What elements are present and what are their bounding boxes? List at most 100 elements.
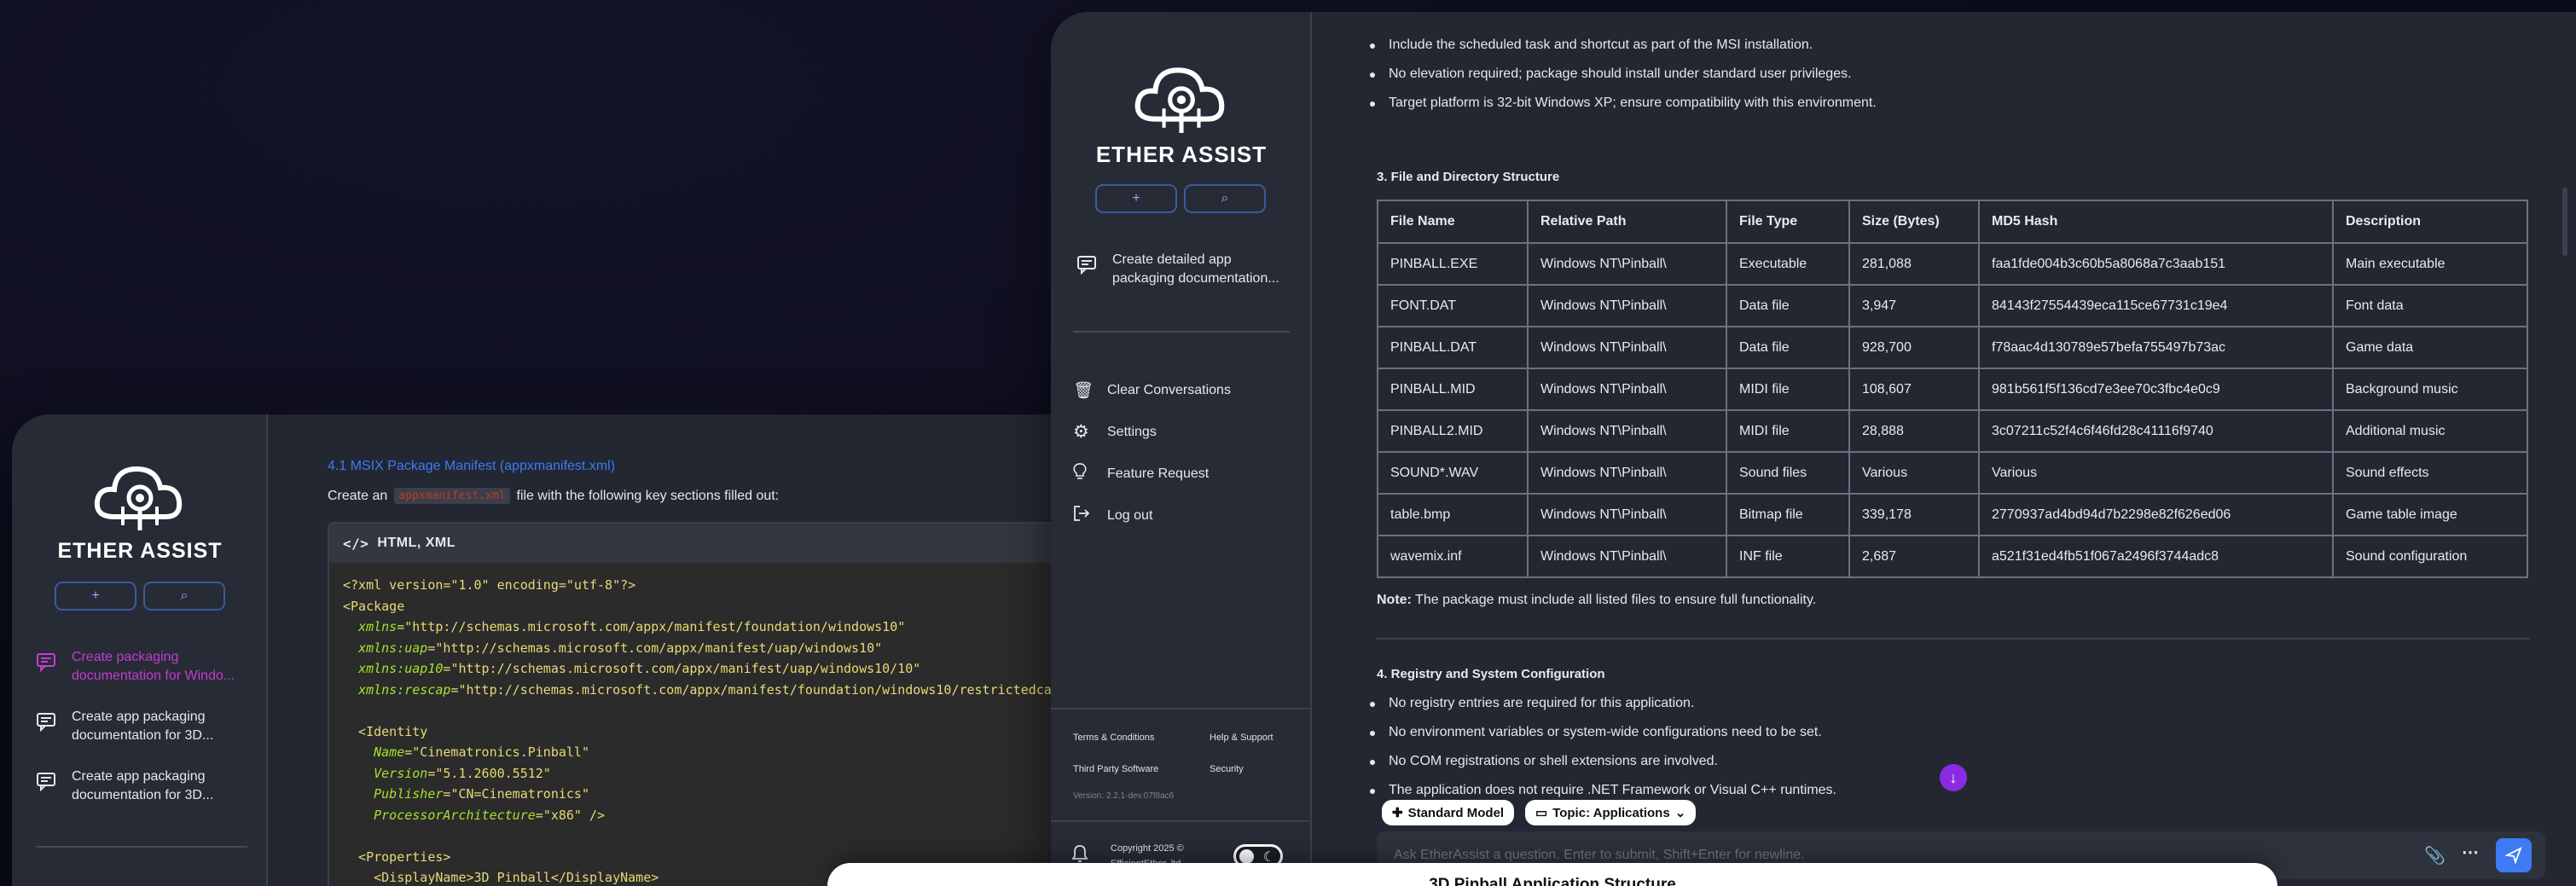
search-button[interactable]: ⌕ [1184, 184, 1266, 213]
settings-button[interactable]: ⚙ Settings [1073, 421, 1157, 443]
code-token: "CN=Cinematronics" [450, 786, 589, 802]
table-cell: Windows NT\Pinball\ [1527, 451, 1727, 495]
scroll-down-button[interactable]: ↓ [1940, 764, 1967, 791]
note-text: Note: The package must include all liste… [1377, 593, 1816, 608]
logout-button[interactable]: Log out [1073, 506, 1152, 525]
terms-link[interactable]: Terms & Conditions [1073, 733, 1154, 743]
chat-icon [36, 711, 56, 736]
table-cell: MIDI file [1726, 368, 1850, 411]
table-cell: PINBALL.EXE [1377, 242, 1529, 286]
file-table: File Name Relative Path File Type Size (… [1377, 200, 2528, 578]
paperclip-icon[interactable]: 📎 [2424, 845, 2445, 866]
table-cell: Various [1848, 451, 1980, 495]
help-link[interactable]: Help & Support [1210, 733, 1273, 743]
table-cell: Windows NT\Pinball\ [1527, 493, 1727, 536]
table-cell: Background music [2332, 368, 2528, 411]
code-block: </> HTML, XML <?xml version="1.0" encodi… [328, 522, 1070, 886]
table-cell: FONT.DAT [1377, 284, 1529, 327]
code-language: HTML, XML [377, 536, 455, 550]
plus-icon: ✚ [1392, 806, 1403, 820]
copyright-text: Copyright 2025 © [1111, 843, 1184, 854]
top-bullet-list: Include the scheduled task and shortcut … [1363, 38, 2387, 125]
code-token: "http://schemas.microsoft.com/appx/manif… [450, 661, 921, 676]
lightbulb-icon [1073, 463, 1092, 484]
scrollbar-thumb[interactable] [2562, 188, 2567, 256]
footer-divider-2 [1051, 820, 1312, 822]
table-row: PINBALL.EXE Windows NT\Pinball\ Executable… [1377, 242, 2528, 286]
code-content: <?xml version="1.0" encoding="utf-8"?> <P… [329, 563, 1070, 886]
column-header: File Name [1377, 200, 1529, 244]
code-line [343, 700, 1063, 721]
table-cell: 3c07211c52f4c6f46fd28c41116f9740 [1978, 409, 2334, 453]
new-chat-button[interactable]: + [55, 582, 136, 611]
table-cell: 928,700 [1848, 326, 1980, 369]
security-link[interactable]: Security [1210, 764, 1244, 774]
conversation-item-active[interactable]: Create packaging documentation for Windo… [36, 648, 249, 686]
section-heading: 4. Registry and System Configuration [1377, 667, 1605, 681]
table-cell: Executable [1726, 242, 1850, 286]
more-icon[interactable]: ⋯ [2462, 842, 2479, 863]
code-token: "5.1.2600.5512" [435, 765, 551, 781]
feature-request-button[interactable]: Feature Request [1073, 463, 1209, 484]
conversation-item[interactable]: Create detailed app packaging documentat… [1076, 251, 1298, 289]
conversation-item[interactable]: Create app packaging documentation for 3… [36, 708, 249, 746]
table-cell: Game data [2332, 326, 2528, 369]
new-chat-button[interactable]: + [1095, 184, 1177, 213]
table-cell: 108,607 [1848, 368, 1980, 411]
right-main: Include the scheduled task and shortcut … [1312, 12, 2576, 886]
toggle-knob [1239, 849, 1254, 864]
sidebar-divider [1073, 331, 1290, 333]
table-row: SOUND*.WAV Windows NT\Pinball\ Sound files… [1377, 451, 2528, 495]
conversation-title: Create detailed app packaging documentat… [1112, 252, 1279, 287]
topic-label: Topic: Applications [1552, 805, 1670, 820]
send-icon [2505, 847, 2522, 864]
column-header: Relative Path [1527, 200, 1727, 244]
code-token: "http://schemas.microsoft.com/appx/manif… [435, 640, 883, 656]
model-selector[interactable]: ✚ Standard Model [1382, 800, 1515, 825]
table-row: PINBALL.MID Windows NT\Pinball\ MIDI file 1… [1377, 368, 2528, 411]
code-line: <?xml version="1.0" encoding="utf-8"?> [343, 575, 1063, 596]
table-row: FONT.DAT Windows NT\Pinball\ Data file 3,94… [1377, 284, 2528, 327]
menu-label: Feature Request [1107, 466, 1210, 481]
code-block-header: </> HTML, XML [329, 524, 1070, 563]
table-cell: Font data [2332, 284, 2528, 327]
logo-wordmark: ETHER ASSIST [1095, 142, 1268, 167]
code-line: <Identity [343, 721, 1063, 743]
table-cell: Windows NT\Pinball\ [1527, 535, 1727, 578]
chevron-down-icon: ⌄ [1674, 806, 1686, 820]
send-button[interactable] [2496, 838, 2532, 872]
table-cell: a521f31ed4fb51f067a2496f3744adc8 [1978, 535, 2334, 578]
code-line: ProcessorArchitecture="x86" /> [343, 805, 1063, 826]
clear-conversations-button[interactable]: 🗑 Clear Conversations [1073, 380, 1231, 401]
topic-selector[interactable]: ▭ Topic: Applications ⌄ [1525, 800, 1697, 825]
third-party-link[interactable]: Third Party Software [1073, 764, 1158, 774]
sidebar-divider [36, 846, 247, 848]
table-cell: faa1fde004b3c60b5a8068a7c3aab151 [1978, 242, 2334, 286]
menu-label: Log out [1107, 507, 1153, 523]
search-button[interactable]: ⌕ [143, 582, 225, 611]
conversation-item[interactable]: Create app packaging documentation for 3… [36, 767, 249, 806]
table-cell: 2,687 [1848, 535, 1980, 578]
structure-popup: 3D Pinball Application Structure [827, 863, 2277, 886]
code-token: /> [581, 807, 606, 823]
column-header: MD5 Hash [1978, 200, 2334, 244]
code-token: = [535, 807, 543, 823]
code-token: Publisher [374, 786, 444, 802]
code-line: xmlns:uap="http://schemas.microsoft.com/… [343, 638, 1063, 659]
column-header: File Type [1726, 200, 1850, 244]
code-token: <DisplayName>3D Pinball</DisplayName> [343, 870, 659, 885]
table-cell: Windows NT\Pinball\ [1527, 284, 1727, 327]
table-cell: 2770937ad4bd94d7b2298e82f626ed06 [1978, 493, 2334, 536]
bullet-item: No elevation required; package should in… [1363, 67, 2387, 96]
table-cell: MIDI file [1726, 409, 1850, 453]
section-link[interactable]: 4.1 MSIX Package Manifest (appxmanifest.… [328, 459, 615, 474]
trash-icon: 🗑 [1073, 382, 1094, 400]
table-cell: Windows NT\Pinball\ [1527, 326, 1727, 369]
